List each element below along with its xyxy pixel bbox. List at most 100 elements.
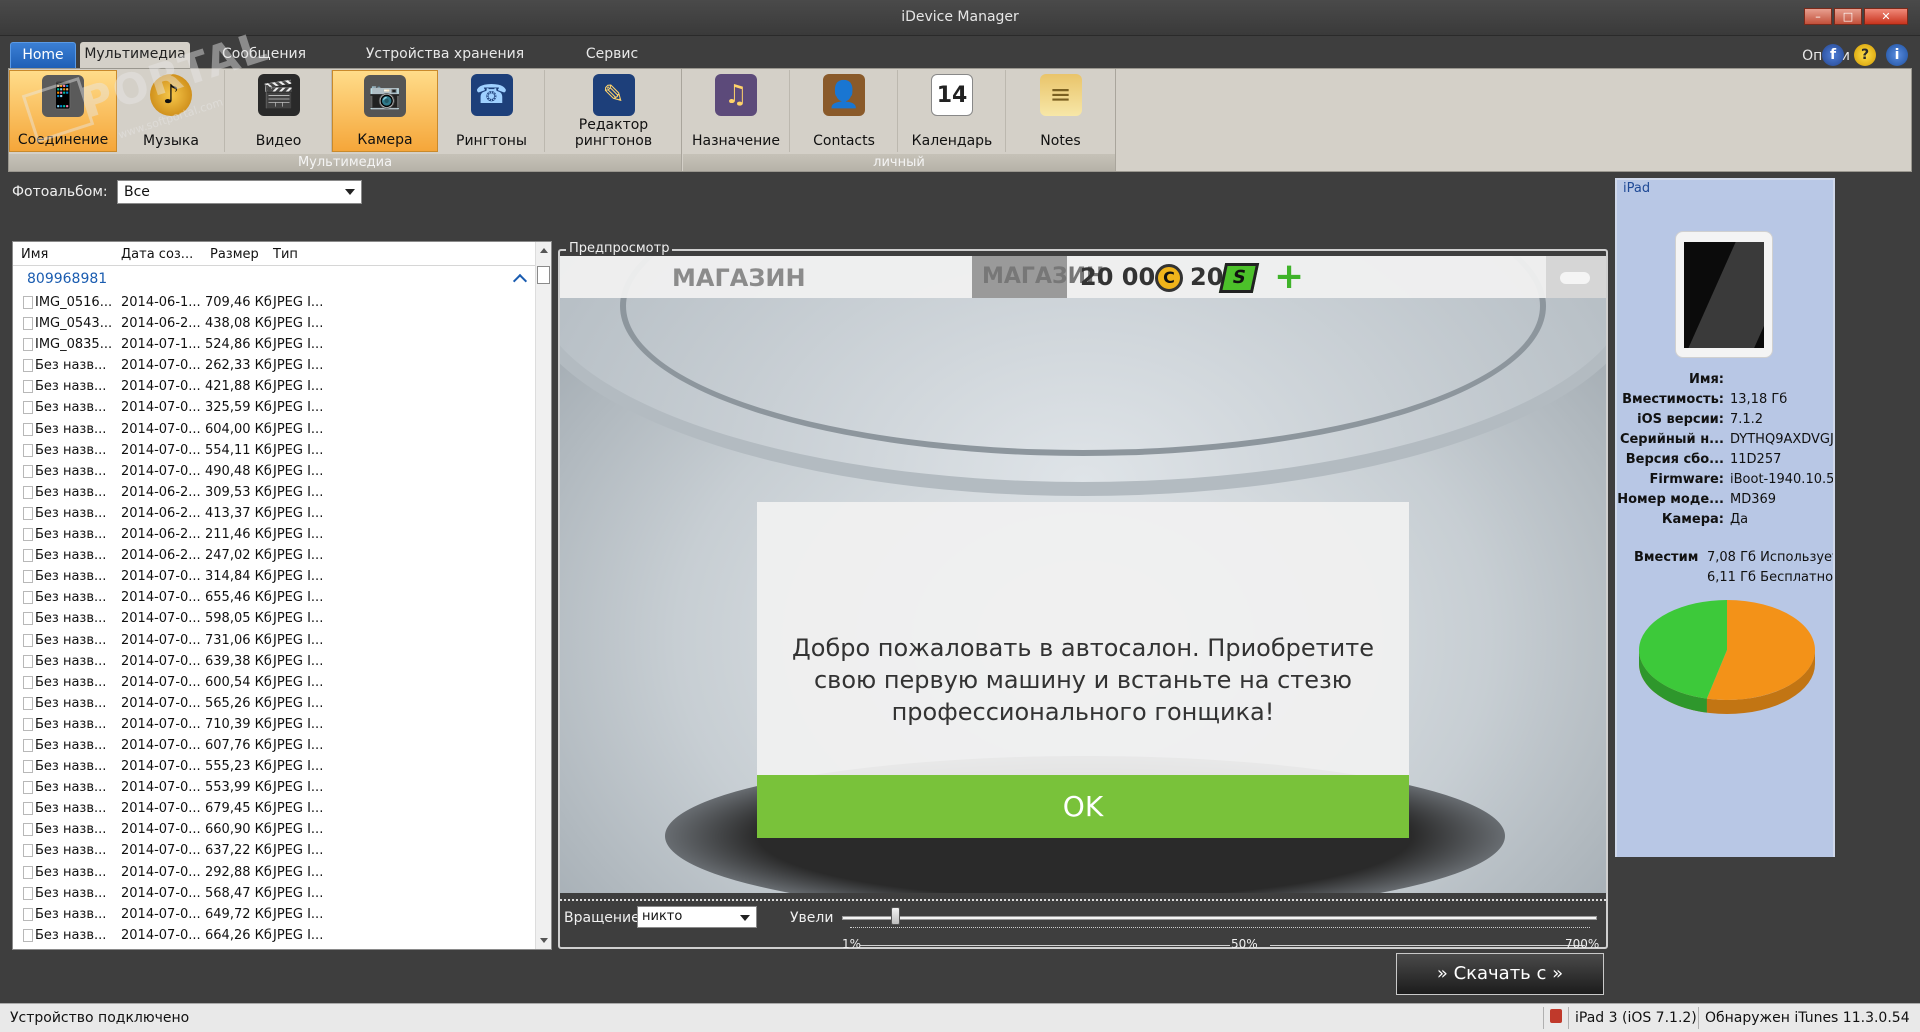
zoom-max-label: 700% — [1565, 937, 1600, 951]
ipad-screen — [1684, 242, 1764, 348]
ribbon-calendar-button[interactable]: 14 Календарь — [899, 70, 1006, 152]
table-row[interactable]: Без назв... 2014-07-0... 421,88 Кб JPEG I..… — [13, 376, 537, 397]
chevron-up-icon[interactable] — [512, 273, 528, 289]
table-row[interactable]: Без назв... 2014-07-0... 710,39 Кб JPEG I..… — [13, 714, 537, 735]
table-row[interactable]: Без назв... 2014-07-0... 292,88 Кб JPEG I..… — [13, 862, 537, 883]
ribbon-music-button[interactable]: ♪ Музыка — [118, 70, 225, 152]
file-icon — [23, 591, 33, 605]
table-row[interactable]: Без назв... 2014-07-0... 607,76 Кб JPEG I..… — [13, 735, 537, 756]
rotation-select[interactable]: никто — [637, 906, 757, 928]
cell-name: Без назв... — [35, 611, 107, 627]
table-row[interactable]: Без назв... 2014-07-0... 679,45 Кб JPEG I..… — [13, 798, 537, 819]
table-row[interactable]: Без назв... 2014-07-0... 568,47 Кб JPEG I..… — [13, 883, 537, 904]
table-row[interactable]: Без назв... 2014-07-0... 598,05 Кб JPEG I..… — [13, 608, 537, 629]
clapperboard-icon: 🎬 — [257, 74, 300, 116]
table-row[interactable]: Без назв... 2014-06-2... 309,53 Кб JPEG I..… — [13, 482, 537, 503]
minimize-button[interactable]: – — [1804, 8, 1832, 25]
tab-service[interactable]: Сервис — [582, 42, 642, 68]
table-row[interactable]: Без назв... 2014-07-0... 600,54 Кб JPEG I..… — [13, 672, 537, 693]
column-date-header[interactable]: Дата соз... — [121, 247, 193, 262]
table-row[interactable]: Без назв... 2014-06-2... 413,37 Кб JPEG I..… — [13, 503, 537, 524]
tab-home[interactable]: Home — [10, 42, 76, 68]
ringtone-icon: ☎ — [470, 74, 513, 116]
ribbon-ringtone-editor-line1: Редактор — [578, 117, 649, 133]
device-info-value: MD369 — [1730, 492, 1777, 507]
ribbon-notes-button[interactable]: ≡ Notes — [1007, 70, 1114, 152]
table-row[interactable]: Без назв... 2014-06-2... 211,46 Кб JPEG I..… — [13, 524, 537, 545]
device-info-key: Firmware: — [1649, 472, 1724, 487]
table-row[interactable]: Без назв... 2014-07-0... 639,38 Кб JPEG I..… — [13, 651, 537, 672]
ribbon-camera-button[interactable]: 📷 Камера — [332, 70, 438, 152]
device-info-row: Вместимость: 13,18 Гб — [1617, 390, 1833, 410]
file-icon — [23, 865, 33, 879]
ribbon-notes-label: Notes — [1040, 133, 1081, 149]
cell-name: IMG_0516... — [35, 295, 113, 310]
cell-date: 2014-07-0... — [121, 632, 201, 648]
scroll-down-icon[interactable] — [540, 938, 548, 943]
download-button[interactable]: » Скачать с » — [1396, 953, 1604, 995]
table-row[interactable]: IMG_0516... 2014-06-1... 709,46 Кб JPEG I..… — [13, 292, 537, 313]
cell-date: 2014-07-0... — [121, 590, 201, 606]
table-row[interactable]: Без назв... 2014-07-0... 649,72 Кб JPEG I..… — [13, 904, 537, 925]
close-button[interactable]: ✕ — [1864, 8, 1908, 25]
scroll-up-icon[interactable] — [540, 248, 548, 253]
table-row[interactable]: Без назв... 2014-07-0... 604,00 Кб JPEG I..… — [13, 419, 537, 440]
zoom-scale-line-right — [1270, 945, 1585, 946]
capacity-pie-chart — [1639, 600, 1815, 714]
tab-storage-devices[interactable]: Устройства хранения данных — [355, 42, 535, 86]
table-row[interactable]: Без назв... 2014-07-0... 314,84 Кб JPEG I..… — [13, 566, 537, 587]
info-icon[interactable]: i — [1886, 44, 1908, 66]
table-row[interactable]: Без назв... 2014-07-0... 565,26 Кб JPEG I..… — [13, 693, 537, 714]
tab-multimedia[interactable]: Мультимедиа — [80, 42, 190, 68]
table-row[interactable]: IMG_0543... 2014-06-2... 438,08 Кб JPEG I..… — [13, 313, 537, 334]
help-icon[interactable]: ? — [1854, 44, 1876, 66]
cell-size: 262,33 Кб — [205, 358, 272, 374]
table-row[interactable]: Без назв... 2014-07-0... 555,23 Кб JPEG I..… — [13, 756, 537, 777]
table-row[interactable]: Без назв... 2014-07-0... 325,59 Кб JPEG I..… — [13, 397, 537, 418]
cell-date: 2014-07-0... — [121, 358, 201, 374]
cell-name: Без назв... — [35, 569, 107, 585]
title-bar: iDevice Manager – □ ✕ — [0, 0, 1920, 36]
device-info-key: Камера: — [1661, 512, 1724, 527]
zoom-slider-track[interactable] — [842, 916, 1597, 920]
status-device: iPad 3 (iOS 7.1.2) — [1575, 1010, 1697, 1026]
table-row[interactable]: Без назв... 2014-07-0... 637,22 Кб JPEG I..… — [13, 840, 537, 861]
cell-date: 2014-06-2... — [121, 505, 201, 521]
table-row[interactable]: Без назв... 2014-07-0... 660,90 Кб JPEG I..… — [13, 819, 537, 840]
cell-name: IMG_0835... — [35, 337, 113, 353]
table-row[interactable]: Без назв... 2014-07-0... 490,48 Кб JPEG I..… — [13, 461, 537, 482]
table-row[interactable]: Без назв... 2014-07-0... 655,46 Кб JPEG I..… — [13, 587, 537, 608]
ribbon-assignment-button[interactable]: ♫ Назначение — [683, 70, 790, 152]
table-row[interactable]: IMG_0835... 2014-07-1... 524,86 Кб JPEG I..… — [13, 334, 537, 355]
table-row[interactable]: Без назв... 2014-07-0... 664,26 Кб JPEG I..… — [13, 925, 537, 946]
scroll-thumb[interactable] — [537, 266, 550, 284]
zoom-ticks — [850, 927, 1590, 933]
phone-connection-icon: 📱 — [42, 75, 84, 117]
game-dialog-message: Добро пожаловать в автосалон. Приобретит… — [792, 634, 1374, 726]
album-label: Фотоальбом: — [12, 184, 108, 200]
column-size-header[interactable]: Размер — [210, 247, 259, 262]
ribbon-connection-button[interactable]: 📱 Соединение — [9, 70, 117, 152]
cell-name: Без назв... — [35, 737, 107, 753]
column-name-header[interactable]: Имя — [21, 247, 48, 262]
ribbon-contacts-button[interactable]: 👤 Contacts — [791, 70, 898, 152]
file-icon — [23, 823, 33, 837]
ribbon-video-button[interactable]: 🎬 Видео — [226, 70, 332, 152]
maximize-button[interactable]: □ — [1834, 8, 1862, 25]
album-group-row[interactable]: 809968981 — [13, 268, 537, 290]
cell-type: JPEG I... — [273, 337, 324, 353]
table-row[interactable]: Без назв... 2014-07-0... 731,06 Кб JPEG I..… — [13, 630, 537, 651]
cell-date: 2014-07-0... — [121, 737, 201, 753]
ribbon-ringtone-editor-button[interactable]: ✎ Редактор рингтонов — [546, 70, 681, 152]
table-row[interactable]: Без назв... 2014-06-2... 247,02 Кб JPEG I..… — [13, 545, 537, 566]
file-list-scrollbar[interactable] — [535, 242, 551, 949]
tab-messages[interactable]: Сообщения — [222, 42, 306, 68]
table-row[interactable]: Без назв... 2014-07-0... 262,33 Кб JPEG I..… — [13, 355, 537, 376]
ribbon-ringtones-button[interactable]: ☎ Рингтоны — [439, 70, 545, 152]
table-row[interactable]: Без назв... 2014-07-0... 554,11 Кб JPEG I..… — [13, 440, 537, 461]
album-select[interactable]: Все — [117, 180, 362, 204]
column-type-header[interactable]: Тип — [273, 247, 298, 262]
zoom-slider-thumb[interactable] — [890, 907, 900, 925]
table-row[interactable]: Без назв... 2014-07-0... 553,99 Кб JPEG I..… — [13, 777, 537, 798]
facebook-icon[interactable]: f — [1822, 44, 1844, 66]
